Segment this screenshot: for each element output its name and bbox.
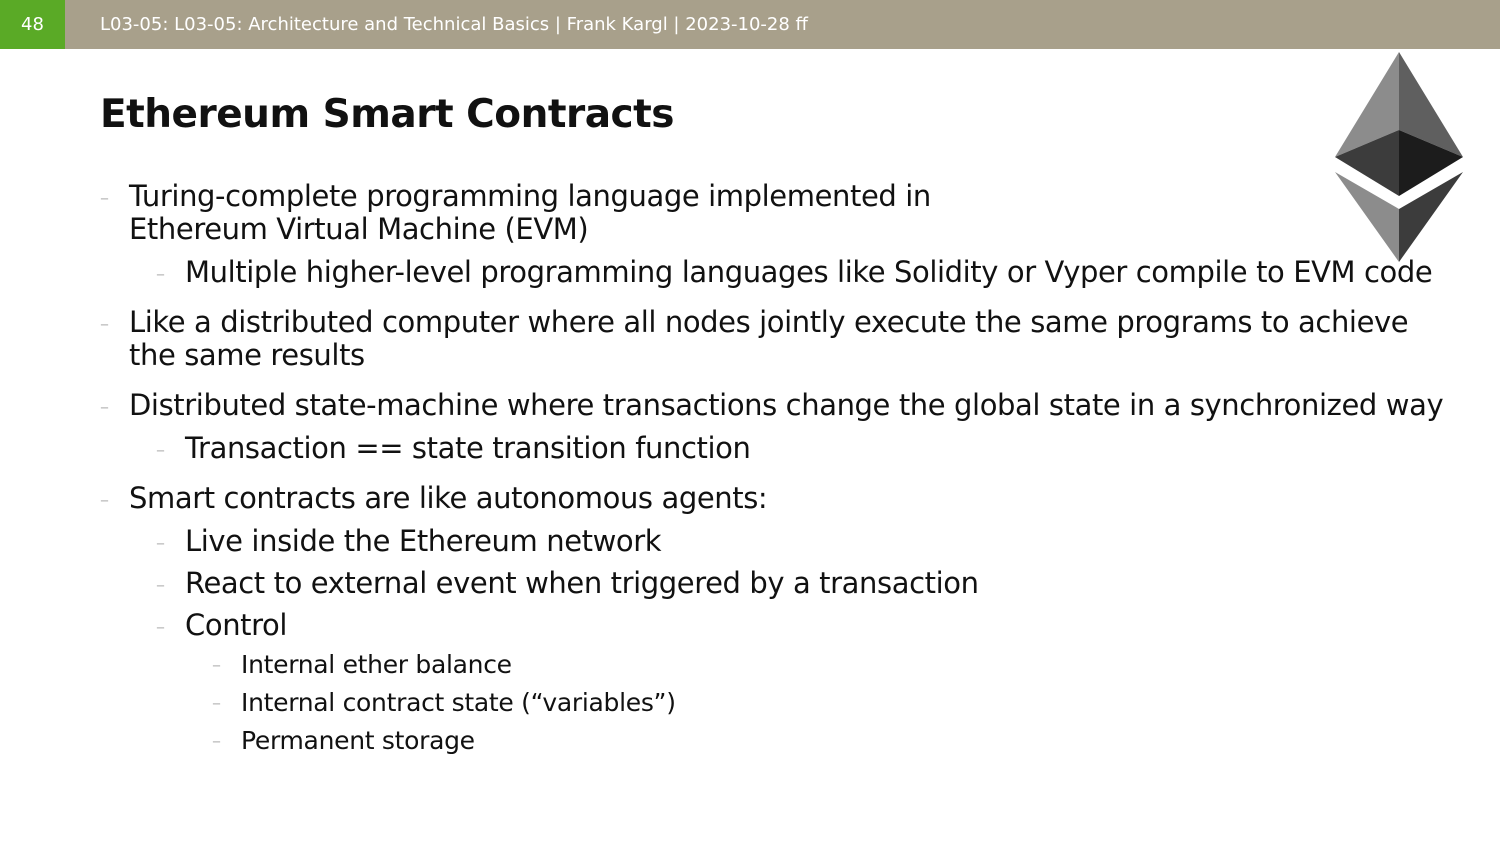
sub-sub-bullet-item: – Permanent storage: [212, 726, 1445, 756]
sub-sub-bullet-item: – Internal ether balance: [212, 650, 1445, 680]
sub-bullet-list: – Live inside the Ethereum network – Rea…: [129, 525, 1445, 756]
bullet-dash: –: [100, 490, 109, 511]
sub-bullet-text: React to external event when triggered b…: [185, 566, 979, 600]
bullet-text: Distributed state-machine where transact…: [129, 388, 1444, 422]
sub-sub-bullet-list: – Internal ether balance – Internal cont…: [185, 650, 1445, 756]
bullet-dash: –: [212, 655, 221, 676]
bullet-item: – Distributed state-machine where transa…: [100, 389, 1445, 465]
sub-sub-bullet-item: – Internal contract state (“variables”): [212, 688, 1445, 718]
sub-bullet-item: – Transaction == state transition functi…: [156, 432, 1445, 465]
bullet-dash: –: [100, 188, 109, 209]
sub-sub-bullet-text: Internal contract state (“variables”): [241, 688, 676, 717]
bullet-item: – Smart contracts are like autonomous ag…: [100, 482, 1445, 756]
bullet-dash: –: [212, 693, 221, 714]
sub-bullet-text: Live inside the Ethereum network: [185, 524, 662, 558]
bullet-text: Like a distributed computer where all no…: [129, 305, 1409, 372]
bullet-dash: –: [100, 397, 109, 418]
bullet-text: Smart contracts are like autonomous agen…: [129, 481, 768, 515]
sub-bullet-item: – Live inside the Ethereum network: [156, 525, 1445, 558]
bullet-dash: –: [156, 617, 165, 638]
sub-bullet-text: Control: [185, 608, 288, 642]
bullet-item: – Like a distributed computer where all …: [100, 306, 1445, 372]
bullet-list: – Turing-complete programming language i…: [100, 180, 1445, 756]
sub-sub-bullet-text: Internal ether balance: [241, 650, 512, 679]
sub-sub-bullet-text: Permanent storage: [241, 726, 475, 755]
bullet-dash: –: [156, 440, 165, 461]
bullet-text: Turing-complete programming language imp…: [129, 179, 931, 213]
bullet-dash: –: [100, 314, 109, 335]
sub-bullet-list: – Transaction == state transition functi…: [129, 432, 1445, 465]
slide-content: – Turing-complete programming language i…: [100, 180, 1445, 773]
sub-bullet-list: – Multiple higher-level programming lang…: [129, 256, 1445, 289]
sub-bullet-item: – React to external event when triggered…: [156, 567, 1445, 600]
header-text: L03-05: L03-05: Architecture and Technic…: [100, 14, 808, 35]
bullet-dash: –: [212, 731, 221, 752]
slide-header: 48 L03-05: L03-05: Architecture and Tech…: [0, 0, 1500, 49]
bullet-item: – Turing-complete programming language i…: [100, 180, 1445, 289]
slide-title: Ethereum Smart Contracts: [100, 92, 675, 137]
sub-bullet-item: – Multiple higher-level programming lang…: [156, 256, 1445, 289]
sub-bullet-text: Transaction == state transition function: [185, 431, 751, 465]
bullet-dash: –: [156, 575, 165, 596]
bullet-text-continued: Ethereum Virtual Machine (EVM): [129, 212, 589, 246]
slide-number: 48: [0, 0, 65, 49]
sub-bullet-text: Multiple higher-level programming langua…: [185, 255, 1433, 289]
bullet-dash: –: [156, 264, 165, 285]
sub-bullet-item: – Control – Internal ether balance – Int…: [156, 609, 1445, 756]
bullet-dash: –: [156, 533, 165, 554]
